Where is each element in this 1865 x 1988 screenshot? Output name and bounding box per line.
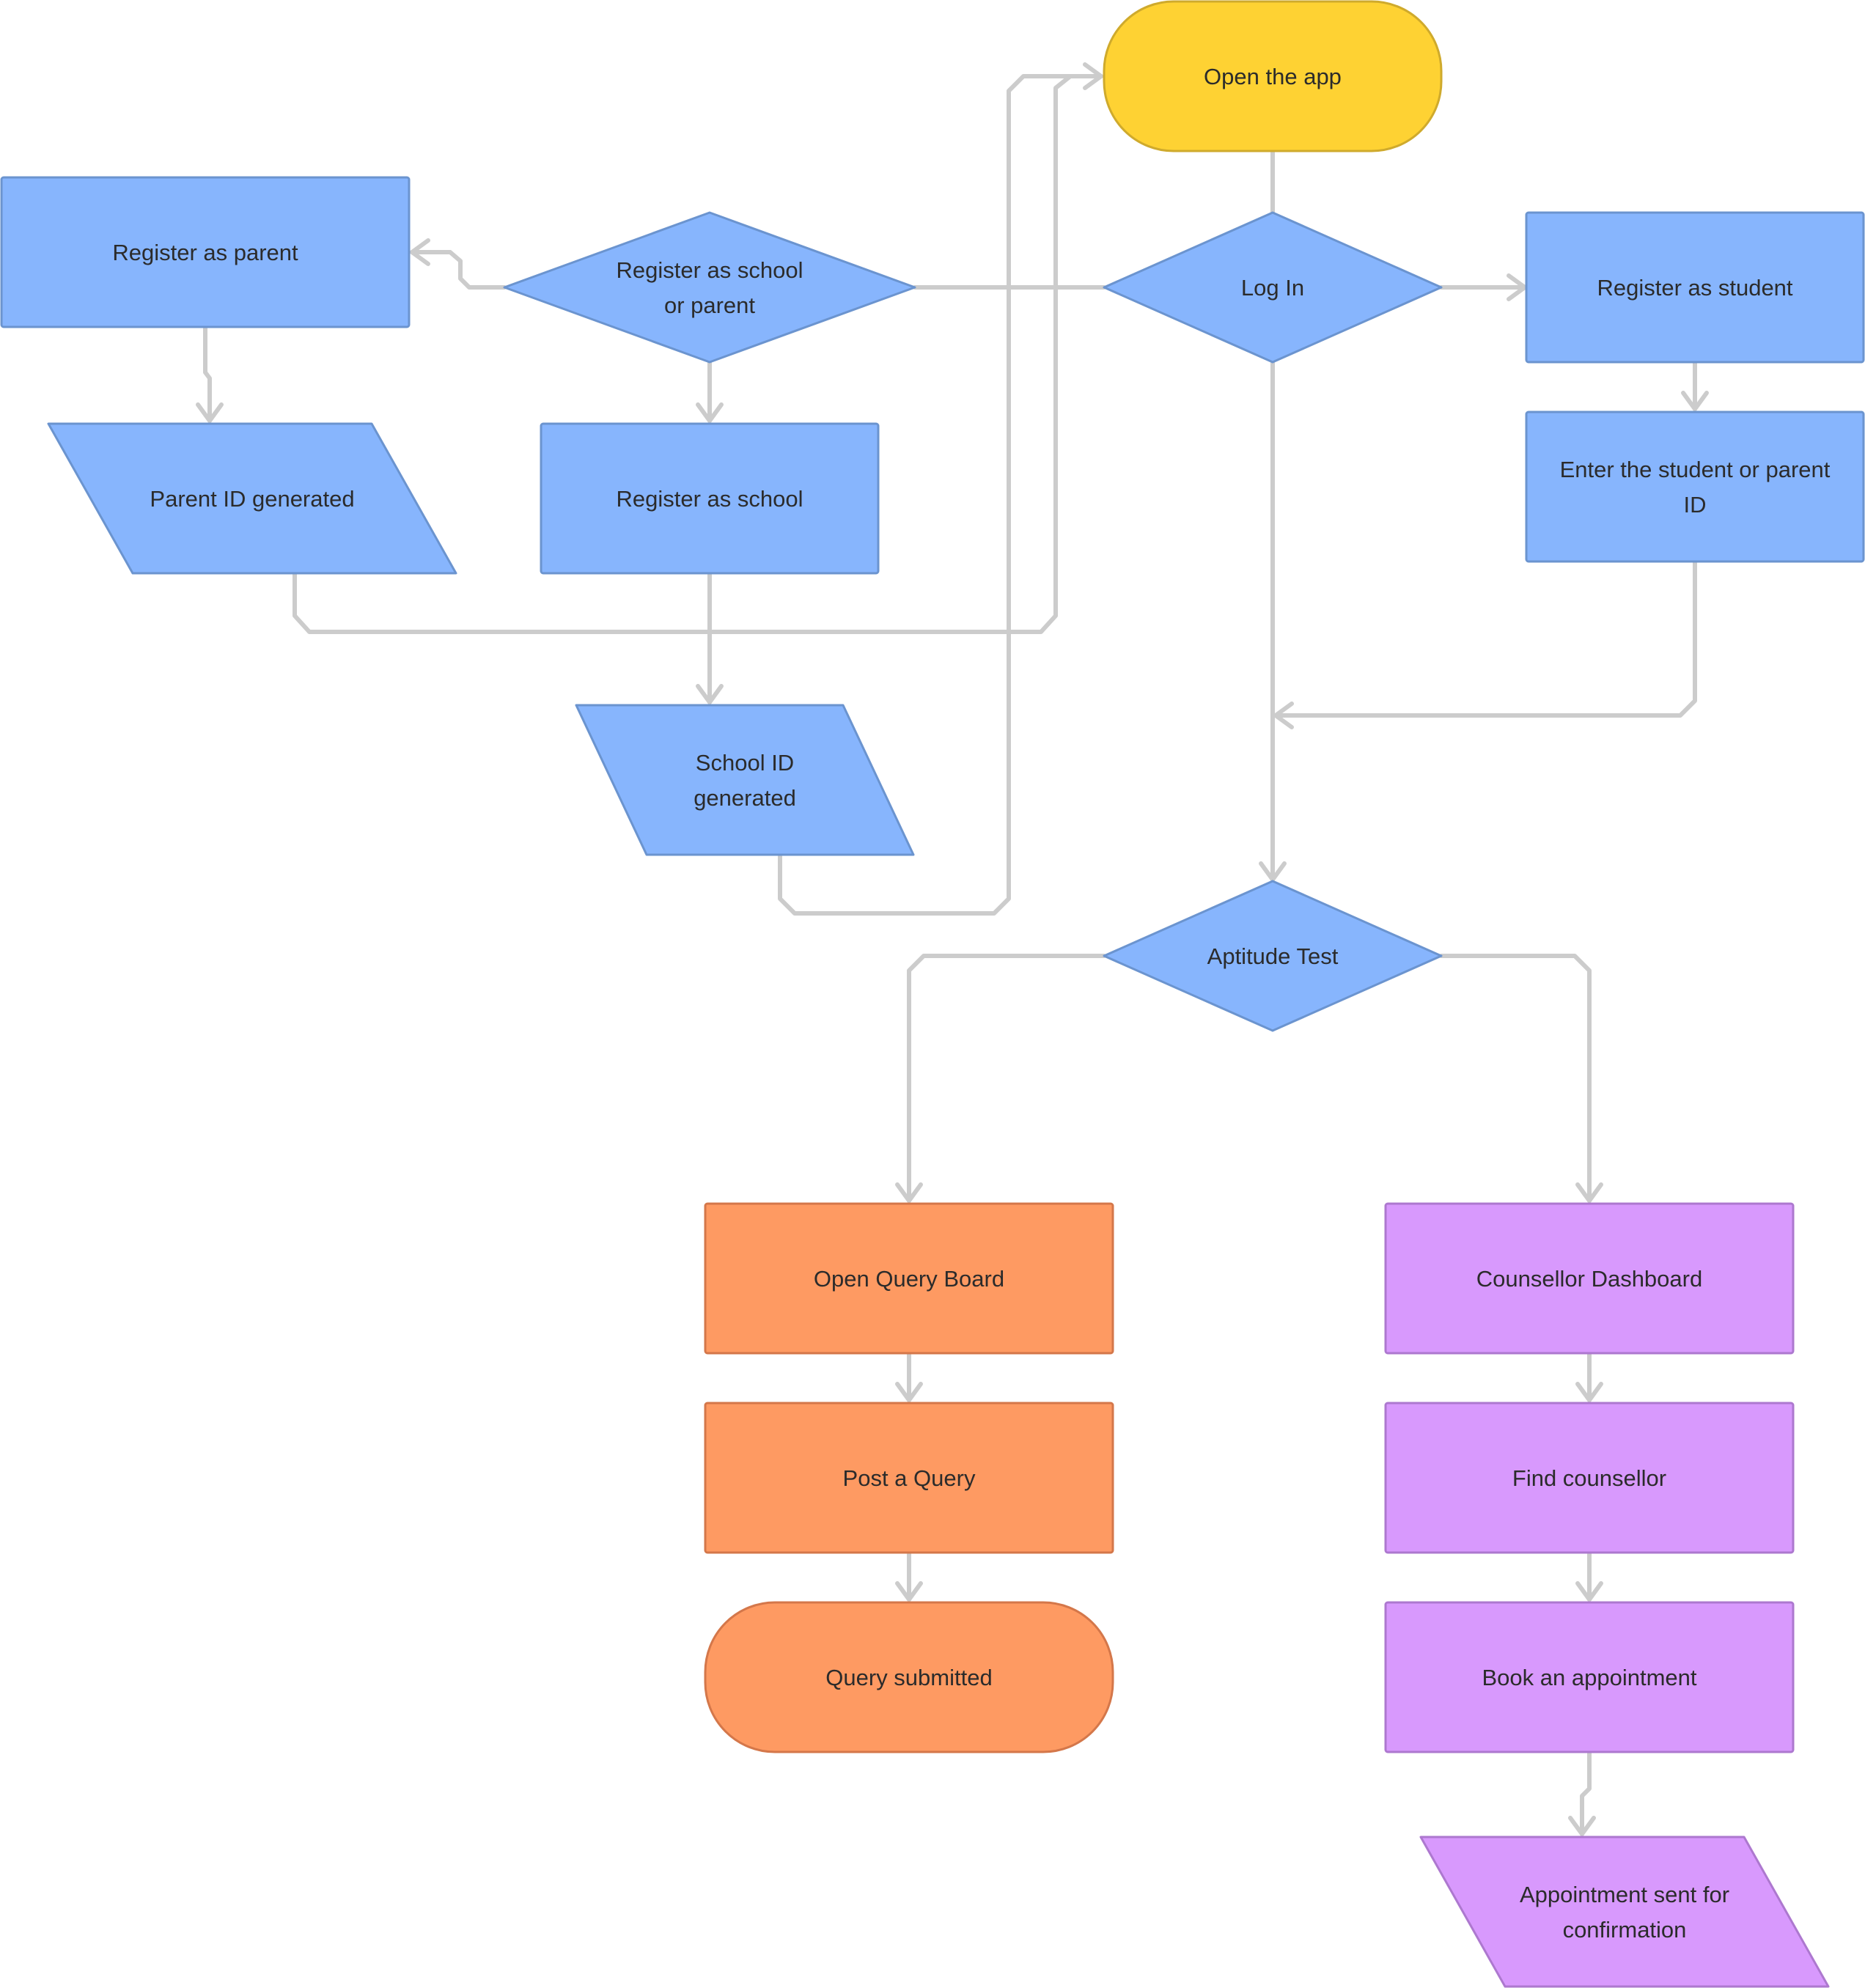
node-label: Open the app xyxy=(1204,64,1342,89)
data-parallelogram xyxy=(1419,1836,1830,1988)
edge-reg_school_or_parent-to-reg_school[interactable] xyxy=(696,360,724,423)
node-label: School ID xyxy=(696,750,794,776)
node-label: Find counsellor xyxy=(1512,1465,1666,1491)
node-reg-student[interactable]: Register as student xyxy=(1525,211,1865,364)
node-label: or parent xyxy=(664,292,755,318)
node-reg-school[interactable]: Register as school xyxy=(540,422,880,575)
node-label: Register as student xyxy=(1597,275,1792,301)
node-enter-id[interactable]: Enter the student or parent ID xyxy=(1525,411,1865,563)
node-aptitude[interactable]: Aptitude Test xyxy=(1103,880,1443,1032)
node-counsellor-dashboard[interactable]: Counsellor Dashboard xyxy=(1384,1202,1795,1355)
node-label: Register as school xyxy=(616,486,803,512)
node-query-board[interactable]: Open Query Board xyxy=(704,1202,1114,1355)
connector-line xyxy=(410,250,507,290)
connector-line xyxy=(907,954,1106,1203)
edge-find_counsellor-to-book_appointment[interactable] xyxy=(1575,1550,1603,1602)
node-label: Counsellor Dashboard xyxy=(1476,1266,1702,1292)
data-parallelogram xyxy=(575,704,915,856)
node-label: generated xyxy=(694,785,796,811)
node-reg-parent[interactable]: Register as parent xyxy=(0,176,411,328)
node-label: Appointment sent for xyxy=(1520,1882,1729,1907)
edge-login-to-reg_student[interactable] xyxy=(1439,273,1527,301)
edge-reg_student-to-enter_id[interactable] xyxy=(1681,360,1709,411)
node-query-submitted[interactable]: Query submitted xyxy=(704,1601,1114,1753)
flowchart-canvas: Open the app Log In Register as school or p… xyxy=(0,0,1865,1988)
connector-line xyxy=(1439,954,1592,1203)
edge-counsellor_dashboard-to-find_counsellor[interactable] xyxy=(1575,1351,1603,1402)
edge-enter_id-to-aptitude[interactable] xyxy=(1273,559,1697,729)
node-label: Register as parent xyxy=(112,240,298,265)
node-post-query[interactable]: Post a Query xyxy=(704,1402,1114,1554)
node-label: Parent ID generated xyxy=(150,486,354,512)
edge-aptitude-to-counsellor_dashboard[interactable] xyxy=(1439,954,1603,1203)
edge-query_board-to-post_query[interactable] xyxy=(895,1351,923,1402)
decision-diamond xyxy=(503,211,916,364)
edge-reg_parent-to-parent_id[interactable] xyxy=(196,325,224,423)
node-open-app[interactable]: Open the app xyxy=(1103,0,1443,152)
node-reg-school-or-parent[interactable]: Register as school or parent xyxy=(503,211,916,364)
node-login[interactable]: Log In xyxy=(1103,211,1443,364)
node-label: Aptitude Test xyxy=(1207,943,1339,969)
node-label: Post a Query xyxy=(843,1465,976,1491)
connector-line xyxy=(203,325,212,423)
connector-line xyxy=(1273,559,1697,718)
node-label: confirmation xyxy=(1563,1917,1687,1943)
edge-book_appointment-to-appointment_sent[interactable] xyxy=(1568,1750,1596,1836)
node-appointment-sent[interactable]: Appointment sent for confirmation xyxy=(1419,1836,1830,1988)
edge-post_query-to-query_submitted[interactable] xyxy=(895,1550,923,1602)
node-label: Open Query Board xyxy=(814,1266,1004,1292)
edge-reg_school_or_parent-to-reg_parent[interactable] xyxy=(410,238,507,290)
nodes-layer: Open the app Log In Register as school or p… xyxy=(0,0,1865,1988)
node-label: Query submitted xyxy=(825,1665,992,1690)
node-label: ID xyxy=(1684,492,1707,518)
connector-line xyxy=(1580,1750,1592,1836)
node-label: Log In xyxy=(1241,275,1304,301)
edge-reg_school-to-school_id[interactable] xyxy=(696,571,724,704)
node-label: Enter the student or parent xyxy=(1560,457,1831,482)
edge-login-to-aptitude[interactable] xyxy=(1259,360,1287,882)
node-parent-id[interactable]: Parent ID generated xyxy=(47,422,457,575)
node-book-appointment[interactable]: Book an appointment xyxy=(1384,1601,1795,1753)
node-find-counsellor[interactable]: Find counsellor xyxy=(1384,1402,1795,1554)
node-school-id[interactable]: School ID generated xyxy=(575,704,915,856)
node-label: Book an appointment xyxy=(1482,1665,1697,1690)
edges-layer xyxy=(196,62,1709,1836)
process-box xyxy=(1525,411,1865,563)
node-label: Register as school xyxy=(616,257,803,283)
edge-aptitude-to-query_board[interactable] xyxy=(895,954,1106,1203)
